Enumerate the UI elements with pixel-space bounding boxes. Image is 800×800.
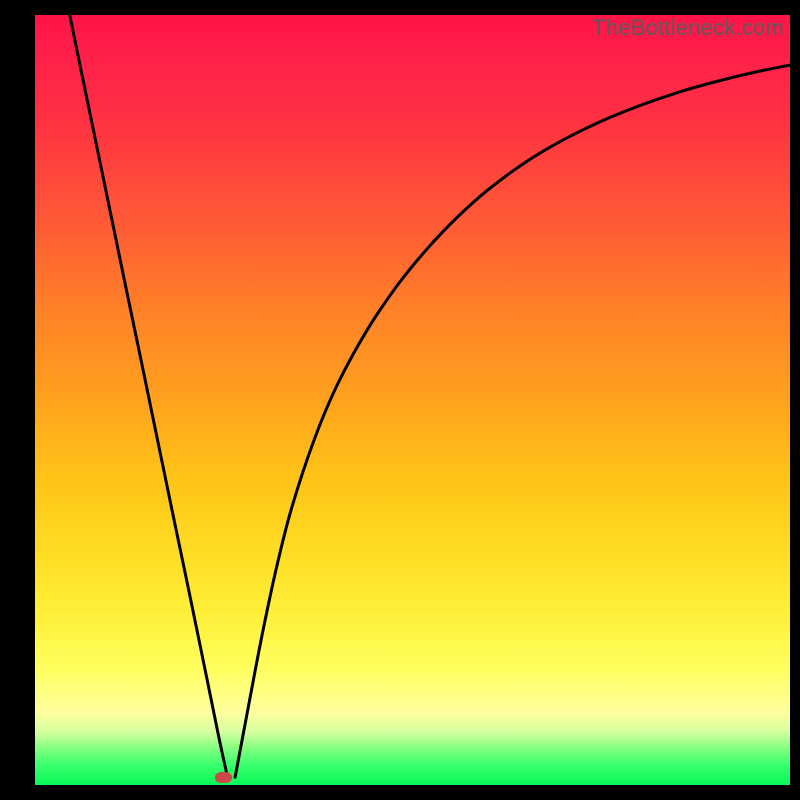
watermark-text: TheBottleneck.com (592, 15, 784, 41)
minimum-marker (215, 772, 232, 783)
curve-svg (35, 15, 790, 785)
curve-left-branch (70, 15, 228, 777)
curve-right-branch (235, 65, 790, 777)
chart-container: TheBottleneck.com (0, 0, 800, 800)
plot-area: TheBottleneck.com (35, 15, 790, 785)
